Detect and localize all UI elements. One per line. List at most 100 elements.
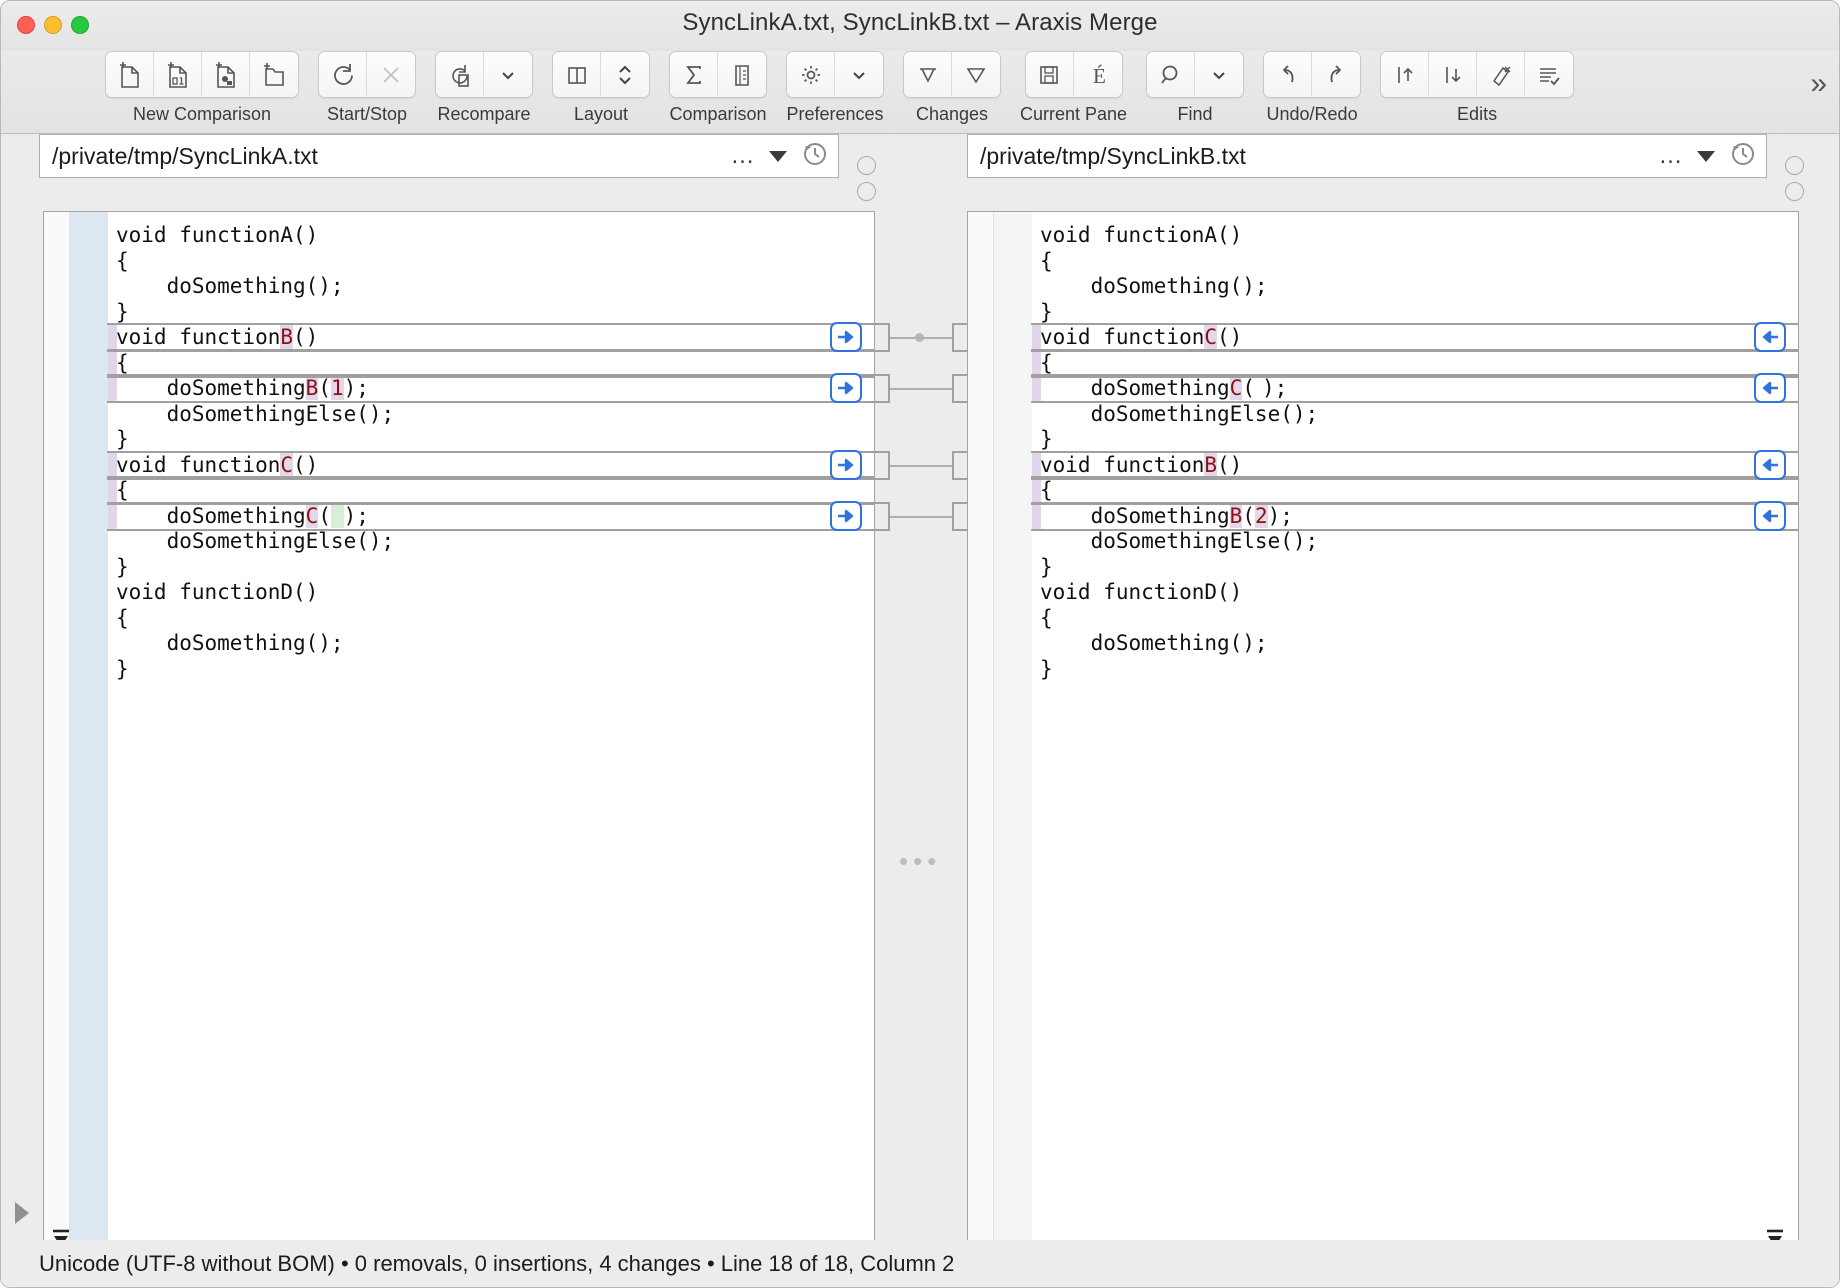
code-line[interactable]: doSomething(); bbox=[108, 274, 874, 300]
preferences-options-button[interactable] bbox=[835, 52, 883, 97]
left-path-history-icon[interactable] bbox=[801, 140, 828, 172]
code-line[interactable]: doSomethingElse(); bbox=[1032, 529, 1798, 555]
right-code-area[interactable]: void functionA(){ doSomething();}void fu… bbox=[1032, 212, 1798, 1288]
code-line[interactable]: } bbox=[1032, 300, 1798, 326]
code-line[interactable]: void functionA() bbox=[1032, 223, 1798, 249]
copy-to-left-button[interactable] bbox=[1754, 373, 1786, 403]
find-button[interactable] bbox=[1147, 52, 1195, 97]
right-path-history-icon[interactable] bbox=[1729, 140, 1756, 172]
apply-edits-button[interactable] bbox=[1525, 52, 1573, 97]
find-options-button[interactable] bbox=[1195, 52, 1243, 97]
merge-down-button[interactable] bbox=[1429, 52, 1477, 97]
right-path-dropdown-icon[interactable] bbox=[1697, 151, 1715, 162]
toolbar-group-preferences: Preferences bbox=[786, 51, 884, 125]
change-link-tab bbox=[952, 502, 967, 531]
code-line[interactable]: } bbox=[1032, 555, 1798, 581]
sync-link-handle-bottom[interactable] bbox=[857, 182, 876, 201]
code-line[interactable]: doSomething(); bbox=[1032, 274, 1798, 300]
copy-to-right-button[interactable] bbox=[830, 322, 862, 352]
code-line[interactable]: doSomethingB(1); bbox=[108, 376, 874, 402]
comparison-summary-button[interactable] bbox=[670, 52, 718, 97]
code-line[interactable]: } bbox=[108, 657, 874, 683]
undo-button[interactable] bbox=[1264, 52, 1312, 97]
code-line[interactable]: void functionD() bbox=[1032, 580, 1798, 606]
right-path-more-icon[interactable]: … bbox=[1659, 148, 1686, 165]
code-line[interactable]: } bbox=[1032, 657, 1798, 683]
next-change-button[interactable] bbox=[952, 52, 1000, 97]
save-pane-button[interactable] bbox=[1026, 52, 1074, 97]
code-line[interactable]: { bbox=[108, 351, 874, 377]
new-image-comparison-button[interactable] bbox=[202, 52, 250, 97]
right-pane[interactable]: void functionA(){ doSomething();}void fu… bbox=[967, 211, 1799, 1288]
code-line[interactable]: { bbox=[108, 249, 874, 275]
stop-comparison-button[interactable] bbox=[367, 52, 415, 97]
preferences-button[interactable] bbox=[787, 52, 835, 97]
left-pane[interactable]: void functionA(){ doSomething();}void fu… bbox=[43, 211, 875, 1288]
start-comparison-button[interactable] bbox=[319, 52, 367, 97]
change-link-tab bbox=[952, 451, 967, 480]
code-line[interactable]: { bbox=[1032, 249, 1798, 275]
clear-edits-button[interactable] bbox=[1477, 52, 1525, 97]
code-line[interactable]: doSomething(); bbox=[108, 631, 874, 657]
toolbar-overflow-button[interactable]: » bbox=[1810, 51, 1827, 99]
layout-orientation-button[interactable] bbox=[601, 52, 649, 97]
right-path-field[interactable]: /private/tmp/SyncLinkB.txt … bbox=[967, 134, 1767, 178]
code-line[interactable]: { bbox=[1032, 351, 1798, 377]
code-line[interactable]: { bbox=[108, 606, 874, 632]
right-sync-link-handles[interactable] bbox=[1785, 156, 1809, 208]
left-path-more-icon[interactable]: … bbox=[731, 148, 758, 165]
merge-up-button[interactable] bbox=[1381, 52, 1429, 97]
code-line[interactable]: void functionB() bbox=[1032, 453, 1798, 479]
copy-to-left-button[interactable] bbox=[1754, 450, 1786, 480]
columns-layout-icon bbox=[564, 61, 590, 89]
copy-to-right-button[interactable] bbox=[830, 373, 862, 403]
toolbar-group-comparison: Comparison bbox=[669, 51, 767, 125]
first-change-button[interactable] bbox=[904, 52, 952, 97]
left-path-dropdown-icon[interactable] bbox=[769, 151, 787, 162]
left-code-area[interactable]: void functionA(){ doSomething();}void fu… bbox=[108, 212, 874, 1288]
code-line[interactable]: } bbox=[1032, 427, 1798, 453]
new-folder-comparison-button[interactable] bbox=[250, 52, 298, 97]
toolbar-group-layout: Layout bbox=[552, 51, 650, 125]
code-line[interactable]: } bbox=[108, 427, 874, 453]
code-line[interactable]: } bbox=[108, 300, 874, 326]
new-text-comparison-button[interactable] bbox=[106, 52, 154, 97]
code-line[interactable]: void functionC() bbox=[1032, 325, 1798, 351]
code-line[interactable]: { bbox=[1032, 478, 1798, 504]
code-line[interactable]: } bbox=[108, 555, 874, 581]
code-line[interactable]: doSomethingElse(); bbox=[108, 402, 874, 428]
left-path-field[interactable]: /private/tmp/SyncLinkA.txt … bbox=[39, 134, 839, 178]
recompare-button[interactable] bbox=[436, 52, 484, 97]
recompare-options-button[interactable] bbox=[484, 52, 532, 97]
code-line[interactable]: { bbox=[108, 478, 874, 504]
code-line[interactable]: doSomethingC( ); bbox=[108, 504, 874, 530]
code-line[interactable]: doSomethingElse(); bbox=[108, 529, 874, 555]
copy-to-left-button[interactable] bbox=[1754, 501, 1786, 531]
status-bar: Unicode (UTF-8 without BOM) • 0 removals… bbox=[1, 1240, 1839, 1288]
code-line[interactable]: { bbox=[1032, 606, 1798, 632]
code-line[interactable]: doSomethingB(2); bbox=[1032, 504, 1798, 530]
comparison-report-button[interactable] bbox=[718, 52, 766, 97]
copy-to-right-button[interactable] bbox=[830, 501, 862, 531]
code-line[interactable]: void functionA() bbox=[108, 223, 874, 249]
edit-pane-button[interactable]: É bbox=[1074, 52, 1122, 97]
layout-columns-button[interactable] bbox=[553, 52, 601, 97]
copy-to-left-button[interactable] bbox=[1754, 322, 1786, 352]
code-text: { bbox=[116, 351, 129, 375]
new-binary-comparison-button[interactable] bbox=[154, 52, 202, 97]
redo-button[interactable] bbox=[1312, 52, 1360, 97]
copy-to-right-button[interactable] bbox=[830, 450, 862, 480]
code-line[interactable]: doSomethingElse(); bbox=[1032, 402, 1798, 428]
code-line[interactable]: void functionB() bbox=[108, 325, 874, 351]
sync-link-handle-bottom[interactable] bbox=[1785, 182, 1804, 201]
code-line[interactable]: void functionD() bbox=[108, 580, 874, 606]
code-line[interactable]: void functionC() bbox=[108, 453, 874, 479]
left-sync-link-handles[interactable] bbox=[857, 156, 881, 208]
edit-accent-icon: É bbox=[1085, 61, 1111, 89]
change-link-tab bbox=[952, 374, 967, 403]
expand-panel-triangle-icon[interactable] bbox=[15, 1202, 29, 1224]
sync-link-handle-top[interactable] bbox=[1785, 156, 1804, 175]
sync-link-handle-top[interactable] bbox=[857, 156, 876, 175]
code-line[interactable]: doSomething(); bbox=[1032, 631, 1798, 657]
code-line[interactable]: doSomethingC(); bbox=[1032, 376, 1798, 402]
